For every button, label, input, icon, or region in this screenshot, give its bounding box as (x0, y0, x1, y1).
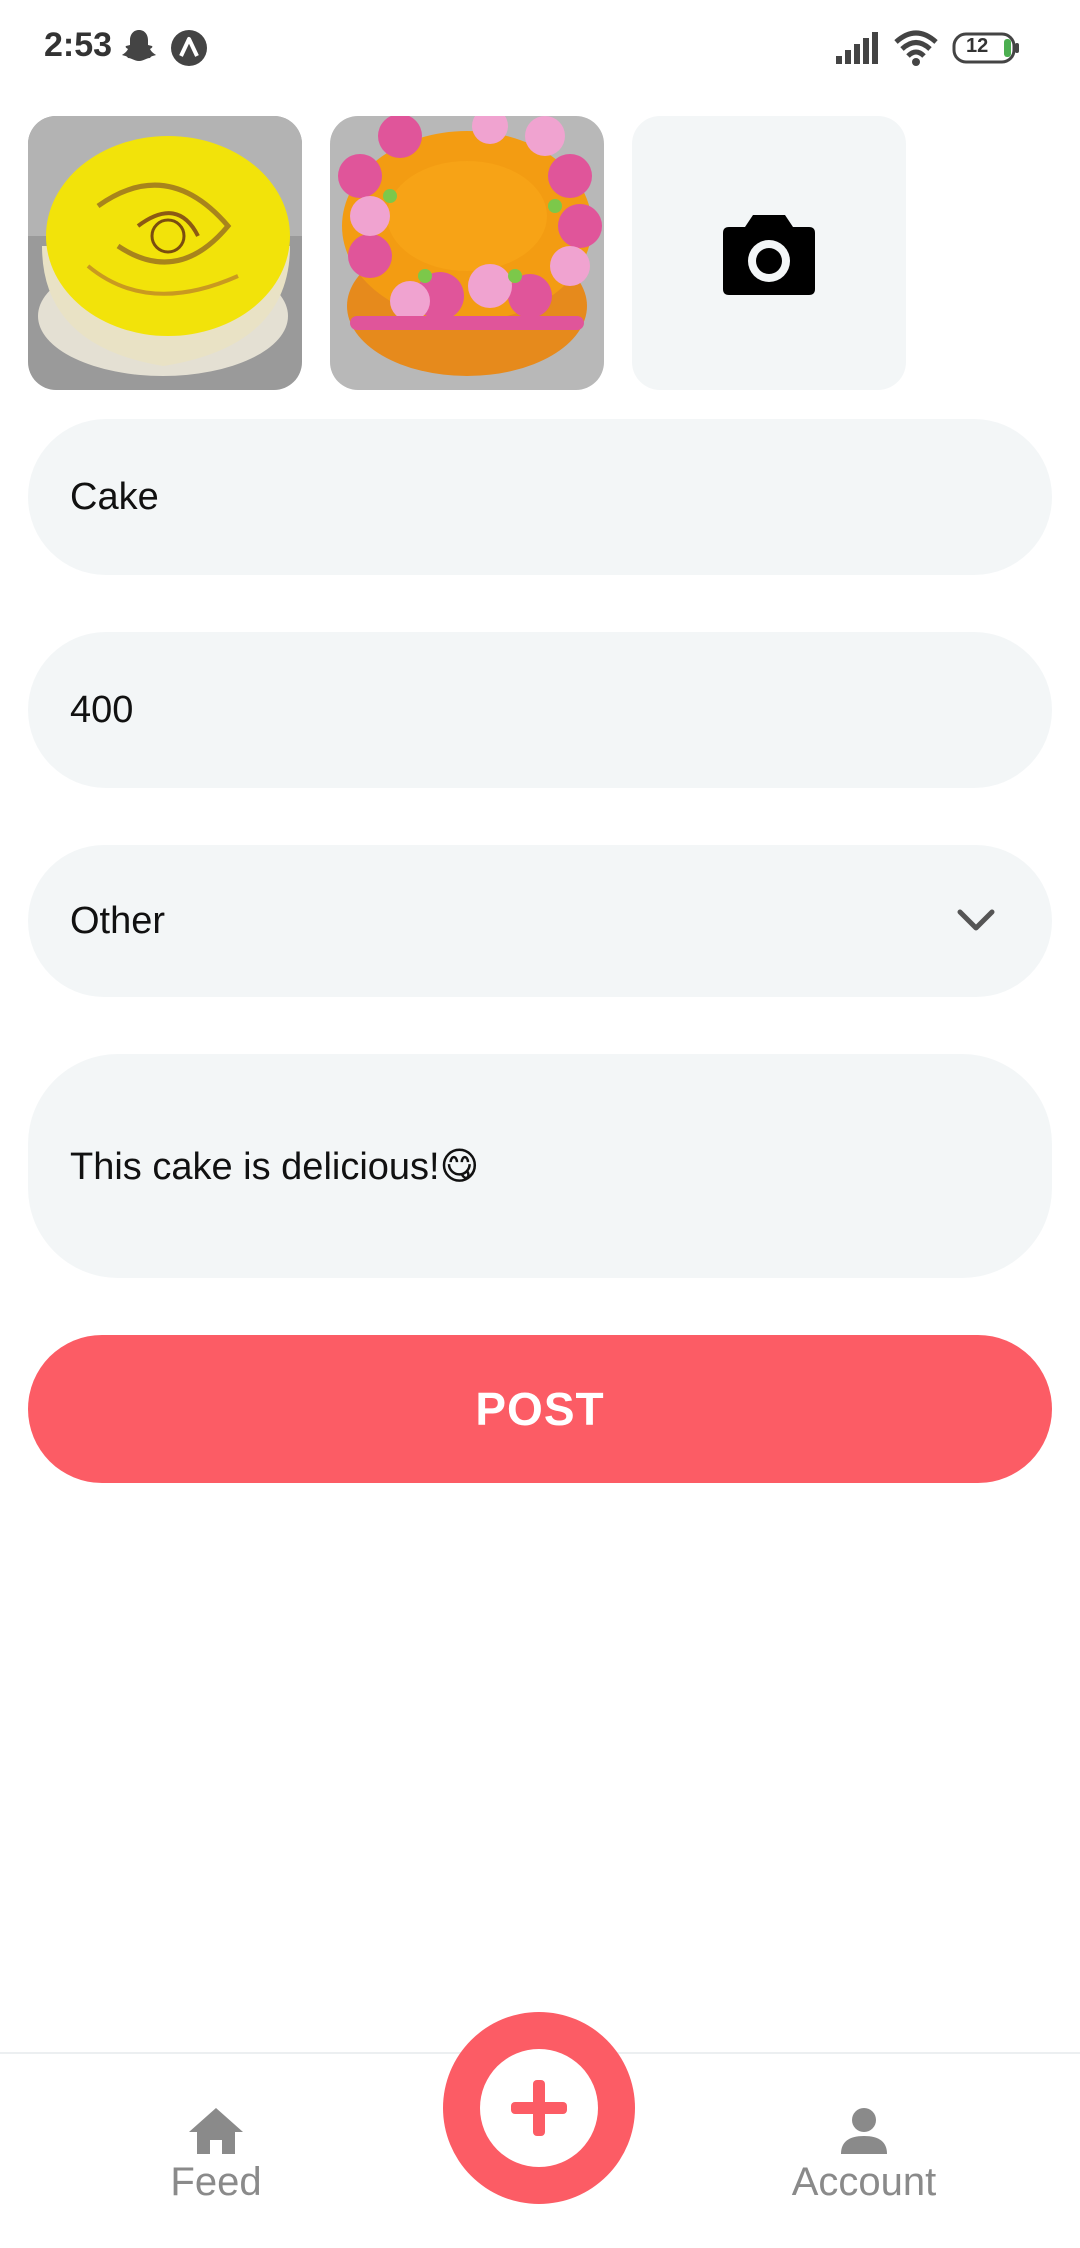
nav-feed[interactable]: Feed (86, 2106, 346, 2205)
post-button[interactable]: POST (28, 1335, 1052, 1483)
nav-feed-label: Feed (170, 2160, 262, 2204)
selected-photo-yellow-cake[interactable] (28, 116, 302, 390)
price-field[interactable]: 400 (28, 632, 1052, 788)
battery-level: 12 (966, 35, 989, 57)
category-value: Other (70, 899, 166, 942)
battery-icon: 12 (952, 31, 1022, 65)
description-value: This cake is delicious!😋 (70, 1145, 480, 1188)
plus-icon (511, 2080, 567, 2136)
selected-photo-rose-cake[interactable] (330, 116, 604, 390)
status-bar: 2:53 12 (0, 0, 1080, 96)
signal-icon (836, 32, 878, 64)
account-icon (841, 2108, 887, 2154)
post-button-label: POST (475, 1383, 605, 1435)
wifi-icon (894, 30, 938, 66)
status-time: 2:53 (44, 26, 113, 64)
chevron-down-icon (957, 909, 995, 931)
notification-a-icon (171, 30, 207, 66)
add-photo-button[interactable] (632, 116, 906, 390)
price-value: 400 (70, 688, 134, 731)
nav-account[interactable]: Account (734, 2106, 994, 2205)
nav-account-label: Account (791, 2160, 937, 2204)
category-picker[interactable]: Other (28, 845, 1052, 997)
title-value: Cake (70, 475, 159, 518)
add-listing-fab[interactable] (443, 2012, 635, 2204)
fab-inner-circle (480, 2049, 598, 2167)
description-field[interactable]: This cake is delicious!😋 (28, 1054, 1052, 1278)
camera-icon (723, 215, 815, 295)
home-icon (189, 2108, 243, 2154)
snapchat-icon (122, 30, 156, 61)
title-field[interactable]: Cake (28, 419, 1052, 575)
